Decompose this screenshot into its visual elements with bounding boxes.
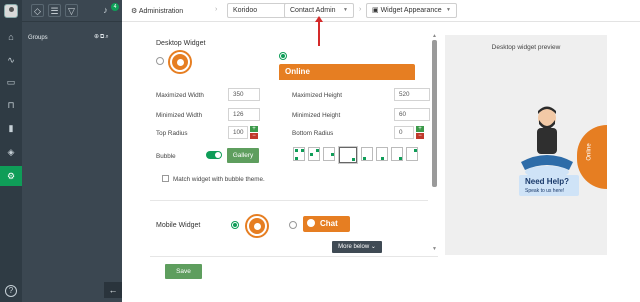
search-icon[interactable]: ⌕ [105, 34, 109, 40]
help-icon[interactable]: ? [5, 285, 17, 297]
activity-icon[interactable]: ∿ [0, 50, 22, 70]
chevron-down-icon: ▼ [446, 7, 451, 13]
position-option-selected[interactable] [339, 147, 357, 163]
need-help-subtitle: Speak to us here! [525, 188, 565, 194]
minimized-height-input[interactable]: 60 [394, 108, 430, 121]
maximized-height-input[interactable]: 520 [394, 88, 430, 101]
reports-icon[interactable]: ▮ [0, 118, 22, 138]
bubble-toggle[interactable] [206, 151, 222, 159]
notification-badge: 4 [111, 3, 119, 11]
match-theme-checkbox[interactable] [162, 175, 169, 182]
top-radius-increment[interactable]: + [250, 126, 258, 132]
need-help-title: Need Help? [525, 177, 570, 186]
more-below-label: More below [338, 244, 370, 250]
bottom-radius-label: Bottom Radius [292, 130, 334, 137]
match-theme-label: Match widget with bubble theme. [173, 176, 265, 183]
layers-icon[interactable]: ◇ [31, 4, 44, 17]
breadcrumb: ⚙ Administration › Koridoo ▼ › Contact Ad… [122, 0, 640, 22]
position-option[interactable] [308, 147, 320, 161]
annotation-arrow [318, 18, 320, 46]
bar-style-preview[interactable]: Online [279, 64, 415, 80]
maximized-width-label: Maximized Width [156, 92, 204, 99]
bubble-style-preview[interactable] [170, 52, 190, 72]
section-divider [150, 200, 428, 201]
inbox-icon[interactable]: ⊓ [0, 95, 22, 115]
bubble-label: Bubble [156, 153, 176, 160]
group-actions: ⊕⧉⌕ [94, 33, 110, 41]
top-radius-input[interactable]: 100 [228, 126, 248, 139]
mobile-bubble-preview[interactable] [247, 216, 267, 236]
preview-title: Desktop widget preview [491, 44, 561, 51]
online-side-tab[interactable]: Online [577, 125, 607, 189]
project-label: Koridoo [233, 7, 258, 14]
icon-rail: ⌂ ∿ ▭ ⊓ ▮ ◈ ⚙ ? [0, 0, 22, 302]
position-option[interactable] [323, 147, 335, 161]
position-option[interactable] [391, 147, 403, 161]
minimized-width-input[interactable]: 126 [228, 108, 260, 121]
mobile-widget-title: Mobile Widget [156, 222, 201, 229]
collapse-panel-button[interactable]: ← [104, 282, 122, 298]
bar-style-radio[interactable] [279, 52, 287, 60]
bottom-radius-increment[interactable]: + [416, 126, 424, 132]
scrollbar[interactable] [432, 40, 437, 187]
bottom-radius-input[interactable]: 0 [394, 126, 414, 139]
maximized-width-input[interactable]: 350 [228, 88, 260, 101]
maximized-height-label: Maximized Height [292, 92, 343, 99]
bottom-radius-decrement[interactable]: − [416, 133, 424, 139]
position-selector [293, 147, 419, 165]
panel-toolbar: ◇ ☰ ▽ ♪ 4 [22, 0, 122, 22]
minimized-height-label: Minimized Height [292, 112, 341, 119]
top-radius-label: Top Radius [156, 130, 188, 137]
avatar[interactable] [4, 4, 18, 18]
chevron-right-icon: › [359, 6, 362, 13]
filter-icon[interactable]: ▽ [65, 4, 78, 17]
need-help-bubble[interactable]: Need Help? Speak to us here! [519, 175, 579, 196]
more-below-button[interactable]: More below ⌄ [332, 241, 382, 253]
position-option[interactable] [376, 147, 388, 161]
bubble-style-radio[interactable] [156, 57, 164, 65]
desktop-widget-title: Desktop Widget [156, 40, 206, 47]
home-icon[interactable]: ⌂ [0, 27, 22, 47]
save-button[interactable]: Save [165, 264, 202, 279]
page-label: Widget Appearance [380, 7, 442, 14]
minimized-width-label: Minimized Width [156, 112, 203, 119]
chevron-down-icon: ▼ [343, 7, 348, 13]
section-label: Contact Admin [290, 7, 336, 14]
online-tab-label: Online [586, 143, 593, 161]
desktop-widget-preview: Desktop widget preview Need Help? Speak … [445, 35, 607, 255]
position-option[interactable] [293, 147, 305, 161]
user-list-icon[interactable]: ☰ [48, 4, 61, 17]
scroll-up-icon[interactable]: ▲ [432, 33, 437, 39]
mobile-chat-radio[interactable] [289, 221, 297, 229]
scroll-down-icon[interactable]: ▼ [432, 246, 437, 252]
page-select[interactable]: ▣ Widget Appearance ▼ [366, 3, 457, 18]
breadcrumb-administration[interactable]: ⚙ Administration [131, 7, 183, 15]
administration-label: Administration [138, 8, 184, 15]
mobile-chat-preview[interactable]: Chat [303, 216, 350, 232]
position-option[interactable] [361, 147, 373, 161]
chat-icon[interactable]: ▭ [0, 72, 22, 92]
position-option[interactable] [406, 147, 418, 161]
gallery-button[interactable]: Gallery [227, 148, 259, 163]
footer-divider [150, 256, 438, 257]
top-radius-decrement[interactable]: − [250, 133, 258, 139]
chevron-right-icon: › [215, 6, 218, 13]
box-icon[interactable]: ◈ [0, 142, 22, 162]
side-panel: ◇ ☰ ▽ ♪ 4 Groups ⊕⧉⌕ [22, 0, 122, 302]
mobile-bubble-radio[interactable] [231, 221, 239, 229]
settings-icon[interactable]: ⚙ [0, 166, 22, 186]
groups-label: Groups [28, 35, 48, 41]
